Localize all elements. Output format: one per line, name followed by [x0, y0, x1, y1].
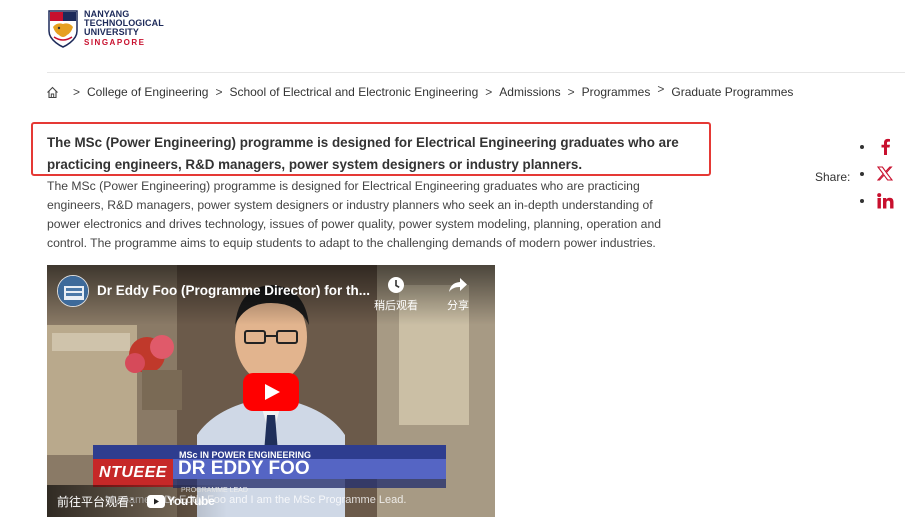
header-divider	[47, 72, 905, 73]
breadcrumb-separator: >	[657, 82, 665, 96]
breadcrumb: > College of Engineering > School of Ele…	[46, 82, 794, 99]
breadcrumb-college-of-engineering[interactable]: College of Engineering	[87, 85, 208, 99]
video-share-label: 分享	[447, 300, 469, 312]
linkedin-icon[interactable]	[876, 192, 894, 210]
lower-third-name: DR EDDY FOO	[173, 459, 446, 479]
lower-third-programme: MSc IN POWER ENGINEERING	[93, 445, 446, 460]
watch-later-button[interactable]: 稍后观看	[373, 275, 419, 313]
breadcrumb-separator: >	[215, 85, 223, 99]
lower-third-brand-text: NTUEEE	[99, 464, 167, 481]
lower-third-brand: NTUEEE	[93, 459, 173, 487]
share-list	[860, 133, 894, 214]
youtube-play-icon	[147, 494, 166, 508]
programme-description: The MSc (Power Engineering) programme is…	[47, 179, 662, 250]
share-arrow-icon	[449, 278, 467, 292]
youtube-logo: YouTube	[147, 494, 215, 508]
logo-line: UNIVERSITY	[84, 27, 140, 37]
share-item-x	[860, 160, 894, 187]
channel-avatar[interactable]	[57, 275, 89, 307]
youtube-video-embed[interactable]: Dr Eddy Foo (Programme Director) for th.…	[47, 265, 495, 517]
breadcrumb-separator: >	[567, 85, 575, 99]
logo-wordmark: NANYANG TECHNOLOGICAL UNIVERSITY SINGAPO…	[84, 9, 164, 48]
breadcrumb-separator: >	[73, 85, 81, 99]
video-title[interactable]: Dr Eddy Foo (Programme Director) for th.…	[97, 283, 370, 298]
lead-text: The MSc (Power Engineering) programme is…	[47, 135, 679, 172]
share-item-facebook	[860, 133, 894, 160]
watch-later-label: 稍后观看	[374, 300, 418, 312]
watch-on-label: 前往平台观看：	[57, 494, 142, 509]
bullet-dot	[860, 198, 864, 203]
share-label: Share:	[815, 170, 851, 184]
lower-third-name-text: DR EDDY FOO	[178, 458, 310, 479]
youtube-wordmark: YouTube	[167, 494, 215, 508]
clock-icon	[388, 277, 404, 293]
play-button-icon[interactable]	[243, 373, 299, 411]
bullet-dot	[860, 144, 864, 149]
breadcrumb-programmes[interactable]: Programmes	[582, 85, 651, 99]
breadcrumb-separator: >	[485, 85, 493, 99]
share-item-linkedin	[860, 187, 894, 214]
ntu-logo[interactable]: NANYANG TECHNOLOGICAL UNIVERSITY SINGAPO…	[47, 9, 164, 49]
video-share-button[interactable]: 分享	[441, 275, 475, 313]
x-icon[interactable]	[876, 165, 894, 183]
facebook-icon[interactable]	[876, 138, 894, 156]
breadcrumb-admissions[interactable]: Admissions	[499, 85, 560, 99]
ntu-crest-icon	[47, 9, 79, 49]
breadcrumb-school-eee[interactable]: School of Electrical and Electronic Engi…	[229, 85, 478, 99]
home-icon[interactable]	[46, 86, 59, 99]
breadcrumb-graduate-programmes: Graduate Programmes	[671, 85, 794, 99]
bullet-dot	[860, 171, 864, 176]
logo-line-singapore: SINGAPORE	[84, 38, 146, 47]
watch-on-youtube-button[interactable]: 前往平台观看： YouTube	[47, 485, 227, 517]
